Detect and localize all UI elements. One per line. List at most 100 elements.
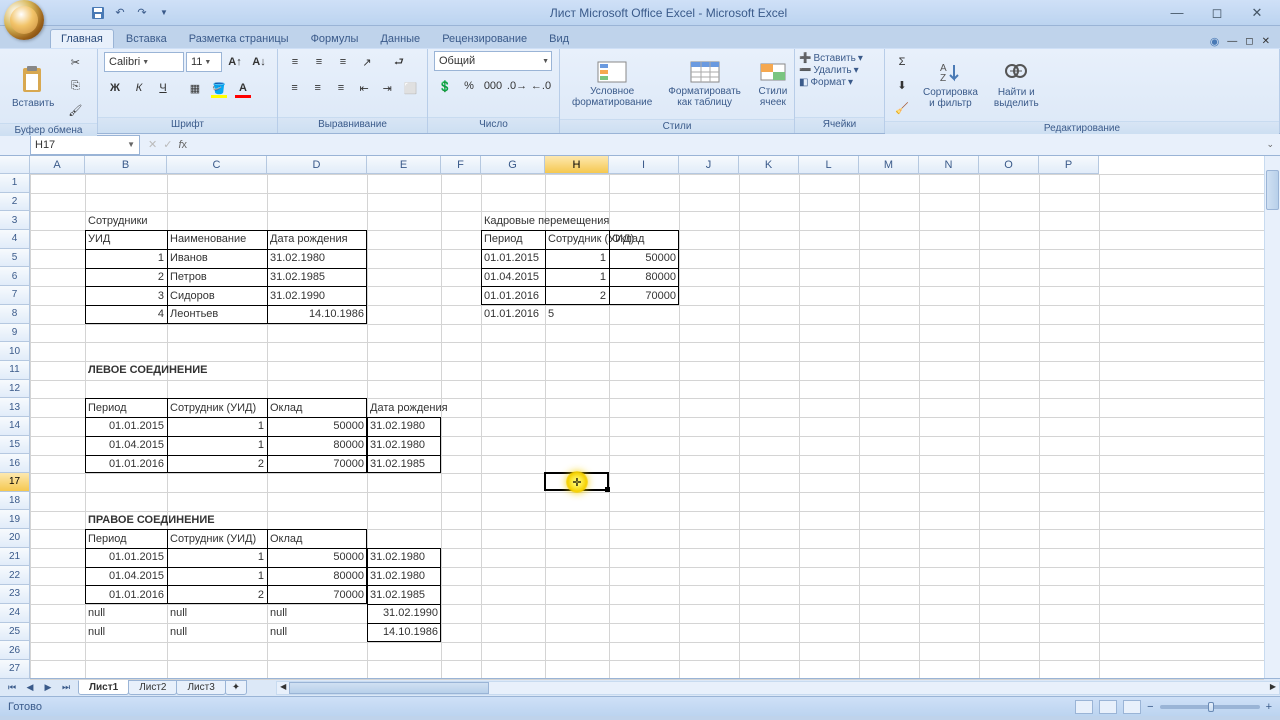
col-header-K[interactable]: K <box>739 156 799 174</box>
col-header-G[interactable]: G <box>481 156 545 174</box>
cell-G6[interactable]: 01.04.2015 <box>481 268 545 287</box>
cell-B13[interactable]: Период <box>85 398 167 417</box>
row-header-10[interactable]: 10 <box>0 342 30 361</box>
cells-format-button[interactable]: ◧ Формат ▾ <box>799 77 880 88</box>
cell-G8[interactable]: 01.01.2016 <box>481 305 545 324</box>
enter-formula-icon[interactable]: ✓ <box>163 138 172 151</box>
col-header-L[interactable]: L <box>799 156 859 174</box>
decrease-decimal-icon[interactable]: ←.0 <box>530 75 552 97</box>
row-header-4[interactable]: 4 <box>0 230 30 249</box>
cell-C20[interactable]: Сотрудник (УИД) <box>167 529 267 548</box>
undo-icon[interactable]: ↶ <box>111 4 129 22</box>
sheet-nav-first[interactable]: ⏮ <box>4 682 20 693</box>
cell-D7[interactable]: 31.02.1990 <box>267 286 367 305</box>
align-middle-icon[interactable]: ≡ <box>308 51 330 73</box>
cell-B4[interactable]: УИД <box>85 230 167 249</box>
cell-G5[interactable]: 01.01.2015 <box>481 249 545 268</box>
cell-B6[interactable]: 2 <box>85 268 167 287</box>
col-header-F[interactable]: F <box>441 156 481 174</box>
col-header-I[interactable]: I <box>609 156 679 174</box>
cell-B3[interactable]: Сотрудники <box>85 211 167 230</box>
cell-D14[interactable]: 50000 <box>267 417 367 436</box>
row-header-9[interactable]: 9 <box>0 324 30 343</box>
row-header-14[interactable]: 14 <box>0 417 30 436</box>
row-header-19[interactable]: 19 <box>0 510 30 529</box>
maximize-button[interactable]: ◻ <box>1204 5 1230 21</box>
cells-delete-button[interactable]: ➖ Удалить ▾ <box>799 65 880 76</box>
cell-H7[interactable]: 2 <box>545 286 609 305</box>
find-select-button[interactable]: Найти ивыделить <box>988 52 1045 118</box>
sheet-tab-2[interactable]: Лист2 <box>128 680 177 695</box>
doc-close-icon[interactable]: ✕ <box>1262 36 1270 47</box>
row-header-18[interactable]: 18 <box>0 492 30 511</box>
save-icon[interactable] <box>89 4 107 22</box>
conditional-format-button[interactable]: Условноеформатирование <box>566 51 658 117</box>
cell-E14[interactable]: 31.02.1980 <box>367 417 441 436</box>
col-header-H[interactable]: H <box>545 156 609 174</box>
cell-H4[interactable]: Сотрудник (УИД) <box>545 230 609 249</box>
align-top-icon[interactable]: ≡ <box>284 51 306 73</box>
cell-E23[interactable]: 31.02.1985 <box>367 585 441 604</box>
office-button[interactable] <box>4 0 44 40</box>
fill-color-icon[interactable]: 🪣 <box>208 77 230 99</box>
percent-icon[interactable]: % <box>458 75 480 97</box>
cell-B25[interactable]: null <box>85 623 167 642</box>
cell-C15[interactable]: 1 <box>167 436 267 455</box>
cell-C25[interactable]: null <box>167 623 267 642</box>
orientation-icon[interactable]: ↗ <box>356 51 378 73</box>
row-header-7[interactable]: 7 <box>0 286 30 305</box>
row-header-26[interactable]: 26 <box>0 641 30 660</box>
sheet-tab-3[interactable]: Лист3 <box>176 680 225 695</box>
row-header-25[interactable]: 25 <box>0 623 30 642</box>
cell-D22[interactable]: 80000 <box>267 567 367 586</box>
cell-G3[interactable]: Кадровые перемещения <box>481 211 545 230</box>
row-header-5[interactable]: 5 <box>0 249 30 268</box>
row-header-23[interactable]: 23 <box>0 585 30 604</box>
col-header-J[interactable]: J <box>679 156 739 174</box>
expand-formula-bar-icon[interactable]: ⌄ <box>1266 139 1274 150</box>
align-left-icon[interactable]: ≡ <box>284 77 305 99</box>
normal-view-button[interactable] <box>1075 700 1093 714</box>
cell-H6[interactable]: 1 <box>545 268 609 287</box>
cell-C14[interactable]: 1 <box>167 417 267 436</box>
sheet-nav-prev[interactable]: ◀ <box>22 682 38 693</box>
cell-I7[interactable]: 70000 <box>609 286 679 305</box>
number-format-combo[interactable]: Общий▼ <box>434 51 552 71</box>
cell-C13[interactable]: Сотрудник (УИД) <box>167 398 267 417</box>
col-header-E[interactable]: E <box>367 156 441 174</box>
cell-C4[interactable]: Наименование <box>167 230 267 249</box>
cell-B23[interactable]: 01.01.2016 <box>85 585 167 604</box>
cell-H8[interactable]: 5 <box>545 305 609 324</box>
cell-C23[interactable]: 2 <box>167 585 267 604</box>
align-right-icon[interactable]: ≡ <box>330 77 351 99</box>
format-painter-icon[interactable]: 🖌 <box>64 99 86 121</box>
cell-B5[interactable]: 1 <box>85 249 167 268</box>
redo-icon[interactable]: ↷ <box>133 4 151 22</box>
help-icon[interactable]: ◉ <box>1210 35 1220 48</box>
cell-C22[interactable]: 1 <box>167 567 267 586</box>
minimize-button[interactable]: — <box>1164 5 1190 21</box>
cell-D24[interactable]: null <box>267 604 367 623</box>
row-header-1[interactable]: 1 <box>0 174 30 193</box>
cell-E16[interactable]: 31.02.1985 <box>367 455 441 474</box>
cell-D13[interactable]: Оклад <box>267 398 367 417</box>
new-sheet-button[interactable]: ✦ <box>225 680 247 695</box>
tab-review[interactable]: Рецензирование <box>432 30 537 48</box>
fill-down-icon[interactable]: ⬇ <box>891 74 913 96</box>
cell-C24[interactable]: null <box>167 604 267 623</box>
autosum-icon[interactable]: Σ <box>891 51 913 73</box>
cancel-formula-icon[interactable]: ✕ <box>148 138 157 151</box>
cell-B15[interactable]: 01.04.2015 <box>85 436 167 455</box>
cell-C6[interactable]: Петров <box>167 268 267 287</box>
borders-icon[interactable]: ▦ <box>184 77 206 99</box>
cell-B21[interactable]: 01.01.2015 <box>85 548 167 567</box>
col-header-O[interactable]: O <box>979 156 1039 174</box>
row-header-17[interactable]: 17 <box>0 473 30 492</box>
paste-button[interactable]: Вставить <box>6 53 60 119</box>
cut-icon[interactable]: ✂ <box>64 51 86 73</box>
cells-insert-button[interactable]: ➕ Вставить ▾ <box>799 53 880 64</box>
zoom-in-button[interactable]: + <box>1266 701 1272 713</box>
col-header-C[interactable]: C <box>167 156 267 174</box>
clear-icon[interactable]: 🧹 <box>891 97 913 119</box>
doc-minimize-icon[interactable]: — <box>1227 36 1237 47</box>
